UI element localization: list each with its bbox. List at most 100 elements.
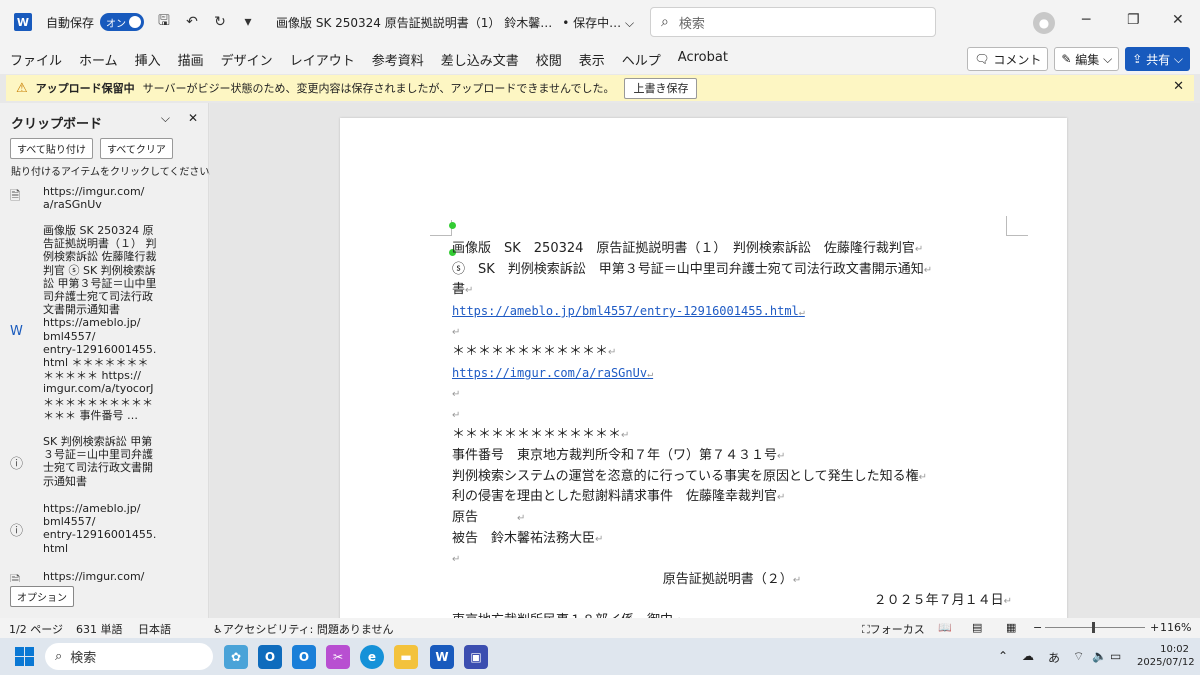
chevron-up-icon[interactable]: ⌃ — [998, 649, 1008, 663]
line-text: ２０２５年７月１４日 — [873, 592, 1004, 608]
search-input[interactable]: ⌕ 検索 — [650, 7, 936, 37]
html-icon: ⓘ — [10, 524, 24, 539]
hyperlink[interactable]: https://ameblo.jp/bml4557/entry-12916001… — [452, 301, 1012, 322]
snipping-tool-icon[interactable]: ✂ — [326, 645, 350, 669]
clipboard-item-text: https://imgur.com/ a/raSGnUv — [43, 185, 145, 212]
file-explorer-icon[interactable]: ▬ — [394, 645, 418, 669]
document-line: 被告 鈴木馨祐法務大臣↵ — [452, 529, 1012, 550]
line-text: 利の侵害を理由とした慰謝料請求事件 佐藤隆幸裁判官 — [452, 489, 778, 505]
zoom-slider[interactable] — [1045, 627, 1145, 628]
clipboard-title: クリップボード — [11, 117, 103, 132]
tab-8[interactable]: 校閲 — [536, 50, 562, 69]
hyperlink[interactable]: https://imgur.com/a/raSGnUv↵ — [452, 363, 1012, 384]
clock[interactable]: 10:02 2025/07/12 — [1137, 643, 1195, 669]
autosave-toggle[interactable]: オン — [100, 13, 145, 31]
autosave-state: オン — [106, 18, 127, 30]
app-icon[interactable]: ▣ — [464, 645, 488, 669]
comment-button[interactable]: 🗨 コメント — [967, 47, 1049, 71]
warning-icon: ⚠ — [16, 80, 28, 96]
tab-2[interactable]: 挿入 — [135, 50, 161, 69]
taskbar-search-input[interactable]: ⌕ 検索 — [45, 643, 213, 670]
widget-app-icon[interactable]: ✿ — [224, 645, 248, 669]
zoom-slider-thumb[interactable] — [1092, 622, 1095, 633]
tab-10[interactable]: ヘルプ — [622, 50, 661, 69]
clipboard-item[interactable]: W 画像版 SK 250324 原 告証拠説明書（１） 判 例検索訴訟 佐藤隆行… — [10, 224, 200, 434]
accessibility-status[interactable]: ♿アクセシビリティ: 問題ありません — [213, 621, 394, 637]
restore-icon[interactable]: ❐ — [1127, 12, 1140, 28]
paragraph-mark-icon: ↵ — [608, 347, 617, 359]
document-area: 画像版 SK 250324 原告証拠説明書（１） 判例検索訴訟 佐藤隆行裁判官↵… — [210, 103, 1200, 618]
tab-3[interactable]: 描画 — [178, 50, 204, 69]
document-line: 事件番号 東京地方裁判所令和７年（ワ）第７４３１号↵ — [452, 446, 1012, 467]
tab-9[interactable]: 表示 — [579, 50, 605, 69]
minimize-icon[interactable]: ─ — [1082, 12, 1090, 28]
document-line: 東京地方裁判所民事１８部イ係 御中↵ — [452, 611, 1012, 618]
document-page[interactable]: 画像版 SK 250324 原告証拠説明書（１） 判例検索訴訟 佐藤隆行裁判官↵… — [340, 118, 1067, 618]
edit-label: 編集 — [1075, 52, 1100, 67]
paragraph-mark-icon: ↵ — [792, 575, 802, 586]
pane-options-icon[interactable]: ⌵ — [161, 111, 170, 126]
clipboard-item[interactable]: 🗎 https://imgur.com/ — [10, 570, 200, 582]
tab-0[interactable]: ファイル — [10, 50, 62, 69]
undo-icon[interactable]: ↶ — [184, 14, 200, 30]
document-title[interactable]: 画像版 SK 250324 原告証拠説明書（1） 鈴木馨… • 保存中… ⌵ — [276, 14, 634, 31]
line-text: ⓢ SK 判例検索訴訟 甲第３号証＝山中里司弁護士宛て司法行政文書開示通知 — [452, 261, 924, 277]
line-text: 事件番号 東京地方裁判所令和７年（ワ）第７４３１号 — [452, 447, 778, 463]
tab-11[interactable]: Acrobat — [678, 50, 728, 69]
document-line: ↵ — [452, 322, 1012, 343]
clipboard-item[interactable]: ⓘ SK 判例検索訴訟 甲第 ３号証＝山中里司弁護 士宛て司法行政文書開 示通知… — [10, 435, 200, 493]
zoom-out-icon[interactable]: − — [1033, 621, 1042, 634]
windows-start-icon[interactable] — [15, 647, 34, 666]
close-icon[interactable]: ✕ — [1172, 12, 1184, 28]
accessibility-label: アクセシビリティ: 問題ありません — [222, 623, 394, 636]
wifi-icon[interactable]: ⌔ — [1073, 649, 1084, 664]
search-icon: ⌕ — [661, 14, 669, 30]
outlook-new-icon[interactable]: O — [292, 645, 316, 669]
tab-5[interactable]: レイアウト — [290, 50, 355, 69]
web-layout-icon[interactable]: ▦ — [1006, 621, 1016, 634]
close-pane-icon[interactable]: ✕ — [188, 111, 198, 126]
ime-indicator[interactable]: あ — [1048, 649, 1060, 666]
line-text: ＊＊＊＊＊＊＊＊＊＊＊＊ — [452, 344, 609, 360]
avatar[interactable]: ● — [1033, 12, 1055, 34]
paste-all-button[interactable]: すべて貼り付け — [10, 138, 93, 159]
print-layout-icon[interactable]: ▤ — [972, 621, 982, 634]
overwrite-save-button[interactable]: 上書き保存 — [624, 77, 698, 99]
clipboard-item[interactable]: 🗎 https://imgur.com/ a/raSGnUv — [10, 185, 200, 215]
tab-7[interactable]: 差し込み文書 — [441, 50, 519, 69]
focus-mode-button[interactable]: ⛶フォーカス — [862, 621, 925, 637]
paragraph-mark-icon: ↵ — [452, 409, 461, 421]
clear-all-button[interactable]: すべてクリア — [100, 138, 173, 159]
volume-icon[interactable]: 🔈 — [1092, 649, 1107, 663]
battery-icon[interactable]: ▭ — [1110, 649, 1121, 663]
document-line: 利の侵害を理由とした慰謝料請求事件 佐藤隆幸裁判官↵ — [452, 487, 1012, 508]
edit-mode-button[interactable]: ✎ 編集 ⌵ — [1054, 47, 1120, 71]
document-body[interactable]: 画像版 SK 250324 原告証拠説明書（１） 判例検索訴訟 佐藤隆行裁判官↵… — [452, 239, 1012, 618]
line-text: 被告 鈴木馨祐法務大臣 — [452, 530, 596, 546]
margin-marker — [1006, 216, 1028, 236]
tab-1[interactable]: ホーム — [79, 50, 118, 69]
word-count[interactable]: 631 単語 — [76, 621, 123, 637]
word-icon: W — [10, 324, 23, 339]
zoom-level[interactable]: 116% — [1160, 621, 1191, 634]
language[interactable]: 日本語 — [138, 621, 171, 637]
clipboard-item[interactable]: ⓘ https://ameblo.jp/ bml4557/ entry-1291… — [10, 502, 200, 560]
outlook-icon[interactable]: O — [258, 645, 282, 669]
warning-title: アップロード保留中 — [35, 82, 135, 95]
save-icon[interactable]: 🖫 — [156, 13, 172, 30]
onedrive-icon[interactable]: ☁ — [1022, 649, 1034, 663]
close-icon[interactable]: ✕ — [1173, 79, 1184, 94]
options-button[interactable]: オプション — [10, 586, 74, 607]
tab-4[interactable]: デザイン — [221, 50, 273, 69]
document-line: 判例検索システムの運営を恣意的に行っている事実を原因として発生した知る権↵ — [452, 467, 1012, 488]
page-count[interactable]: 1/2 ページ — [9, 621, 63, 637]
zoom-in-icon[interactable]: + — [1150, 621, 1159, 634]
redo-icon[interactable]: ↻ — [212, 14, 228, 30]
tab-6[interactable]: 参考資料 — [372, 50, 424, 69]
word-taskbar-icon[interactable]: W — [430, 645, 454, 669]
share-button[interactable]: ⇪ 共有 ⌵ — [1125, 47, 1190, 71]
read-mode-icon[interactable]: 📖 — [938, 621, 952, 634]
edge-icon[interactable]: e — [360, 645, 384, 669]
customize-qat-icon[interactable]: ▾ — [240, 14, 256, 30]
document-icon: 🗎 — [10, 189, 21, 204]
